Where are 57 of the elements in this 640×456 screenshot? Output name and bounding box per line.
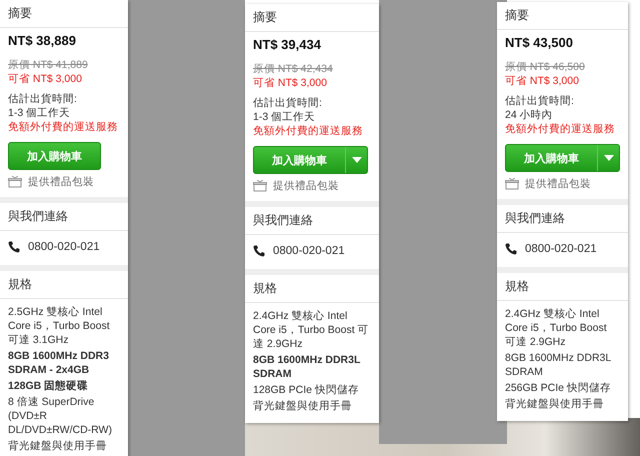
spec-item: 2.4GHz 雙核心 Intel Core i5，Turbo Boost 可達 2.9GHz: [505, 307, 608, 349]
spec-item: 8GB 1600MHz DDR3L SDRAM: [253, 353, 362, 381]
spec-item: 8 倍速 SuperDrive (DVD±R DL/DVD±RW/CD-RW): [8, 395, 113, 437]
free-shipping-text: 免額外付費的運送服務: [253, 124, 364, 138]
spec-item: 256GB PCIe 快閃儲存: [505, 381, 612, 395]
section-title: 摘要: [245, 4, 379, 32]
add-to-cart-button[interactable]: 加入購物車: [9, 143, 100, 169]
savings-text: 可省 NT$ 3,000: [253, 76, 328, 90]
section-title: 與我們連絡: [245, 207, 379, 235]
section-title: 摘要: [0, 0, 128, 28]
spec-item: 2.5GHz 雙核心 Intel Core i5，Turbo Boost 可達 3.1GHz: [8, 305, 111, 347]
savings-text: 可省 NT$ 3,000: [505, 74, 580, 88]
phone-number: 0800-020-021: [28, 241, 100, 253]
add-to-cart-button[interactable]: 加入購物車: [254, 147, 345, 173]
price: NT$ 39,434: [253, 38, 322, 52]
section-title: 摘要: [497, 2, 628, 30]
price: NT$ 38,889: [8, 34, 77, 48]
shipping-label: 估計出貨時間:: [505, 94, 575, 108]
phone-icon: [505, 243, 517, 255]
phone-icon: [8, 241, 20, 253]
savings-text: 可省 NT$ 3,000: [8, 72, 83, 86]
gift-wrap-text: 提供禮品包裝: [525, 177, 591, 191]
spec-item: 128GB PCIe 快閃儲存: [253, 383, 360, 397]
gift-wrap-text: 提供禮品包裝: [28, 175, 94, 189]
free-shipping-text: 免額外付費的運送服務: [505, 122, 616, 136]
free-shipping-text: 免額外付費的運送服務: [8, 120, 119, 134]
spec-item: 背光鍵盤與使用手冊: [8, 439, 108, 453]
phone-number: 0800-020-021: [273, 245, 345, 257]
section-title: 與我們連絡: [497, 205, 628, 233]
phone-icon: [253, 245, 265, 257]
shipping-time: 1-3 個工作天: [8, 106, 72, 120]
spec-item: 背光鍵盤與使用手冊: [253, 399, 353, 413]
shipping-label: 估計出貨時間:: [8, 92, 78, 106]
spec-item: 128GB 固態硬碟: [8, 379, 90, 393]
gift-box-icon: [505, 178, 519, 190]
phone-number: 0800-020-021: [525, 243, 597, 255]
section-title: 與我們連絡: [0, 203, 128, 231]
spec-item: 8GB 1600MHz DDR3 SDRAM - 2x4GB: [8, 349, 110, 377]
original-price: 原價 NT$ 42,434: [253, 62, 334, 76]
shipping-time: 1-3 個工作天: [253, 110, 316, 124]
caret-icon: [604, 155, 614, 161]
spec-item: 背光鍵盤與使用手冊: [505, 397, 605, 411]
gift-box-icon: [8, 176, 22, 188]
section-title: 規格: [497, 273, 628, 301]
add-to-cart-button[interactable]: 加入購物車: [506, 145, 597, 171]
shipping-time: 24 小時內: [505, 108, 554, 122]
spec-item: 8GB 1600MHz DDR3L SDRAM: [505, 351, 612, 379]
gift-box-icon: [253, 180, 267, 192]
section-title: 規格: [0, 271, 128, 299]
caret-icon: [352, 157, 362, 163]
section-title: 規格: [245, 275, 379, 303]
shipping-label: 估計出貨時間:: [253, 96, 323, 110]
original-price: 原價 NT$ 46,500: [505, 60, 586, 74]
spec-item: 2.4GHz 雙核心 Intel Core i5，Turbo Boost 可達 2.9GHz: [253, 309, 370, 351]
price: NT$ 43,500: [505, 36, 574, 50]
gift-wrap-text: 提供禮品包裝: [273, 179, 339, 193]
original-price: 原價 NT$ 41,889: [8, 58, 89, 72]
